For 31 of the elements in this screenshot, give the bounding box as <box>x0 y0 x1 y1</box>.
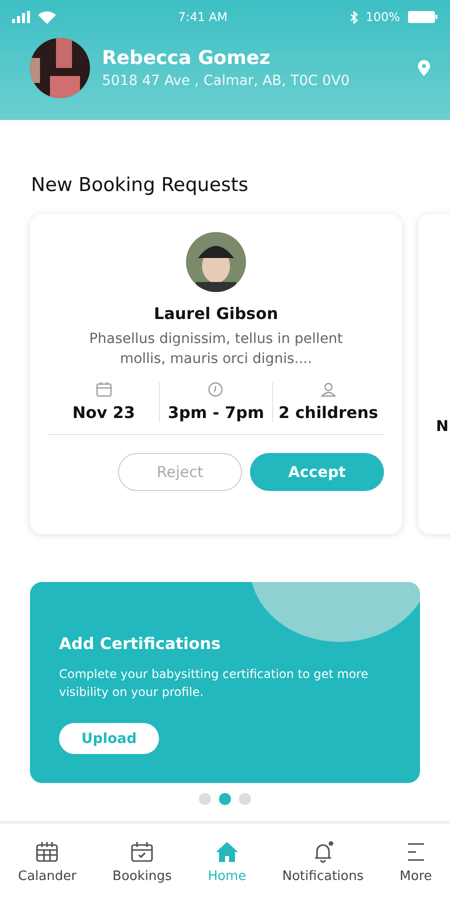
battery-icon <box>408 11 438 23</box>
calendar-check-icon <box>130 840 154 862</box>
booking-time: 3pm - 7pm <box>168 402 264 422</box>
clock-icon <box>208 382 224 397</box>
profile-name: Rebecca Gomez <box>102 47 272 69</box>
signal-icon <box>12 11 30 23</box>
section-title: New Booking Requests <box>31 174 250 196</box>
booking-date: Nov 23 <box>72 402 135 422</box>
requester-name: Laurel Gibson <box>154 304 278 323</box>
booking-date: N <box>436 417 449 435</box>
page-dot[interactable] <box>239 793 251 805</box>
request-message: Phasellus dignissim, tellus in pellent mollis, mauris orci dignis.... <box>88 330 344 370</box>
page-dot[interactable] <box>199 793 211 805</box>
battery-percent: 100% <box>366 10 400 24</box>
calendar-icon <box>35 840 60 862</box>
calendar-icon <box>96 382 112 397</box>
nav-tab[interactable]: Calander <box>16 840 78 884</box>
location-pin-icon[interactable] <box>418 60 430 76</box>
nav-tab[interactable]: Notifications <box>280 840 366 884</box>
home-icon <box>215 840 239 862</box>
promo-text: Complete your babysitting certification to get more visibility on your profile. <box>59 666 370 701</box>
promo-title: Add Certifications <box>59 634 222 653</box>
children-count: 2 childrens <box>278 402 378 422</box>
bluetooth-icon <box>350 10 358 24</box>
status-time: 7:41 AM <box>178 10 228 24</box>
nav-tab[interactable]: More <box>398 840 434 884</box>
page-dot[interactable] <box>219 793 231 805</box>
person-icon <box>320 382 336 397</box>
wifi-icon <box>38 10 56 24</box>
profile-address: 5018 47 Ave , Calmar, AB, T0C 0V0 <box>102 73 351 89</box>
nav-tab[interactable]: Bookings <box>110 840 174 884</box>
